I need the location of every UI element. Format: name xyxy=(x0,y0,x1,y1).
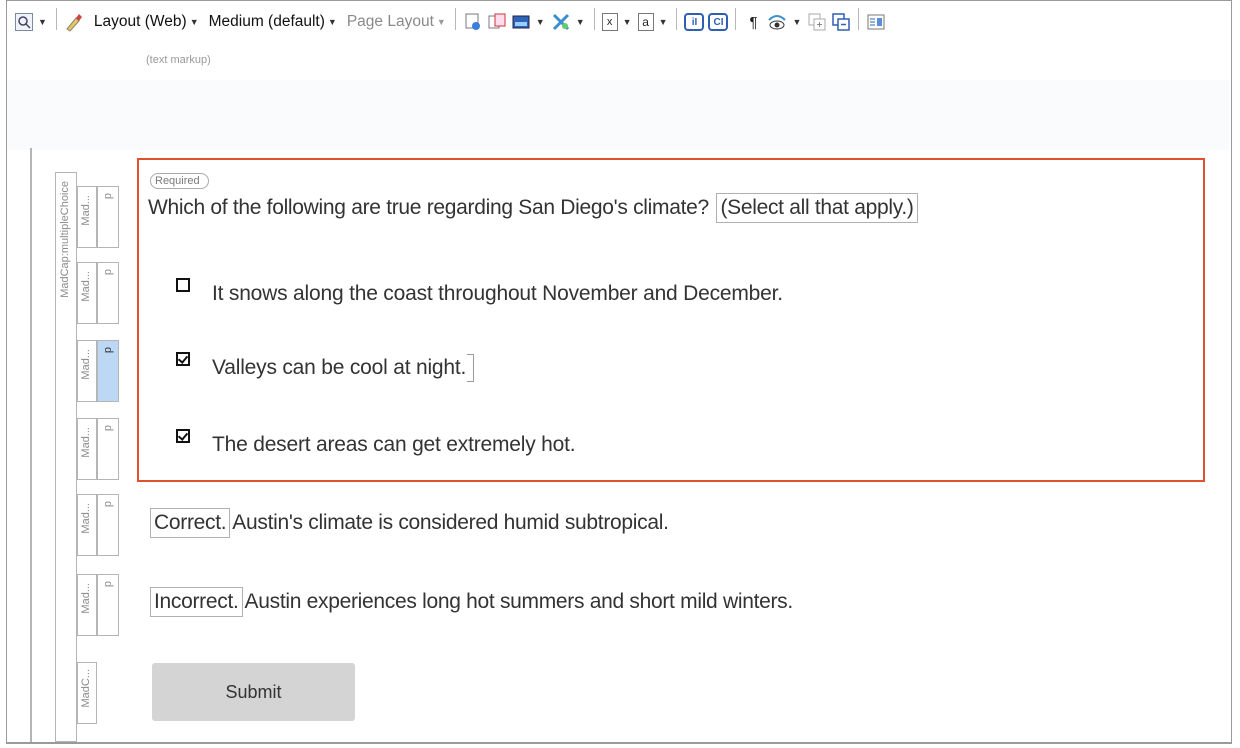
show-hide-icon[interactable] xyxy=(767,12,787,32)
text-dropdown-icon[interactable]: ▼ xyxy=(659,17,668,27)
correct-feedback-text: Austin's climate is considered humid sub… xyxy=(232,511,669,534)
insert-text-icon[interactable]: a xyxy=(637,13,654,31)
expand-icon[interactable] xyxy=(807,12,827,32)
question-prompt: Which of the following are true regardin… xyxy=(148,196,709,219)
concept-marker-icon[interactable]: CI xyxy=(708,13,729,31)
layout-selector[interactable]: Layout (Web) xyxy=(94,13,187,31)
structure-row-marker[interactable]: Mad... xyxy=(77,186,97,248)
toolbar-separator xyxy=(858,8,860,30)
paragraph-marker[interactable]: p xyxy=(97,186,119,248)
structure-row-marker[interactable]: Mad... xyxy=(77,418,97,480)
medium-selector[interactable]: Medium (default) xyxy=(209,13,325,31)
structure-row-marker[interactable]: Mad... xyxy=(77,494,97,556)
layout-dropdown-icon[interactable]: ▼ xyxy=(190,17,199,27)
editor-header-area xyxy=(7,80,1229,150)
toolbar: ▼ Layout (Web) ▼ Medium (default) ▼ Page… xyxy=(7,8,1229,48)
paragraph-marker[interactable]: p xyxy=(97,494,119,556)
field-dropdown-icon[interactable]: ▼ xyxy=(623,17,632,27)
answer-option[interactable]: The desert areas can get extremely hot. xyxy=(176,429,576,457)
submit-button[interactable]: Submit xyxy=(152,663,355,721)
correct-feedback[interactable]: Correct. Austin's climate is considered h… xyxy=(148,508,669,538)
show-marks-icon[interactable]: ¶ xyxy=(743,12,763,32)
answer-option-label: Valleys can be cool at night. xyxy=(212,356,467,379)
paragraph-marker[interactable]: p xyxy=(97,262,119,324)
index-marker-icon[interactable]: iI xyxy=(684,13,705,31)
structure-row-marker[interactable]: Mad... xyxy=(77,262,97,324)
preview-dropdown-icon[interactable]: ▼ xyxy=(38,17,47,27)
toolbar-separator xyxy=(593,8,595,30)
image-dropdown-icon[interactable]: ▼ xyxy=(536,17,545,27)
collapse-icon[interactable] xyxy=(831,12,851,32)
text-markup-label: (text markup) xyxy=(146,54,211,66)
incorrect-feedback-text: Austin experiences long hot summers and … xyxy=(244,590,794,613)
paragraph-marker[interactable]: p xyxy=(97,418,119,480)
structure-row-marker[interactable]: Mad... xyxy=(77,574,97,636)
paragraph-marker-selected[interactable]: p xyxy=(97,340,119,402)
structure-row-marker[interactable]: Mad... xyxy=(77,340,97,402)
question-text[interactable]: Which of the following are true regardin… xyxy=(148,193,920,223)
structure-bar-outer[interactable] xyxy=(30,148,32,742)
structure-bar-label: MadCap:multipleChoice xyxy=(59,181,71,298)
show-hide-dropdown-icon[interactable]: ▼ xyxy=(792,17,801,27)
insert-field-icon[interactable]: x xyxy=(601,13,618,31)
insert-toc-icon[interactable] xyxy=(866,12,886,32)
answer-option[interactable]: Valleys can be cool at night. xyxy=(176,352,475,384)
incorrect-feedback-label: Incorrect. xyxy=(150,587,243,617)
toolbar-separator xyxy=(55,8,57,30)
structure-bar-multiple-choice[interactable]: MadCap:multipleChoice xyxy=(55,172,77,742)
correct-feedback-label: Correct. xyxy=(150,508,231,538)
answer-option[interactable]: It snows along the coast throughout Nove… xyxy=(176,278,783,306)
answer-checkbox-checked[interactable] xyxy=(176,429,190,443)
insert-link-icon[interactable] xyxy=(463,12,483,32)
preview-icon[interactable] xyxy=(15,13,33,31)
required-tag: Required xyxy=(150,173,209,189)
page-layout-dropdown-icon[interactable]: ▼ xyxy=(437,17,446,27)
insert-variable-icon[interactable] xyxy=(551,12,571,32)
page-layout-selector[interactable]: Page Layout xyxy=(347,13,434,31)
structure-row-marker[interactable]: MadC... xyxy=(77,662,97,724)
variable-dropdown-icon[interactable]: ▼ xyxy=(576,17,585,27)
paragraph-marker[interactable]: p xyxy=(97,574,119,636)
incorrect-feedback[interactable]: Incorrect. Austin experiences long hot su… xyxy=(148,587,793,617)
toolbar-separator xyxy=(676,8,678,30)
text-cursor-marker xyxy=(467,354,475,382)
answer-option-label: The desert areas can get extremely hot. xyxy=(212,433,576,456)
answer-checkbox-checked[interactable] xyxy=(176,352,190,366)
answer-checkbox-unchecked[interactable] xyxy=(176,278,190,292)
style-brush-icon[interactable] xyxy=(64,12,84,32)
insert-image-icon[interactable] xyxy=(511,12,531,32)
toolbar-separator xyxy=(735,8,737,30)
medium-dropdown-icon[interactable]: ▼ xyxy=(328,17,337,27)
toolbar-separator xyxy=(454,8,456,30)
question-instruction: (Select all that apply.) xyxy=(716,193,918,223)
answer-option-label: It snows along the coast throughout Nove… xyxy=(212,282,783,305)
insert-snippet-icon[interactable] xyxy=(487,12,507,32)
